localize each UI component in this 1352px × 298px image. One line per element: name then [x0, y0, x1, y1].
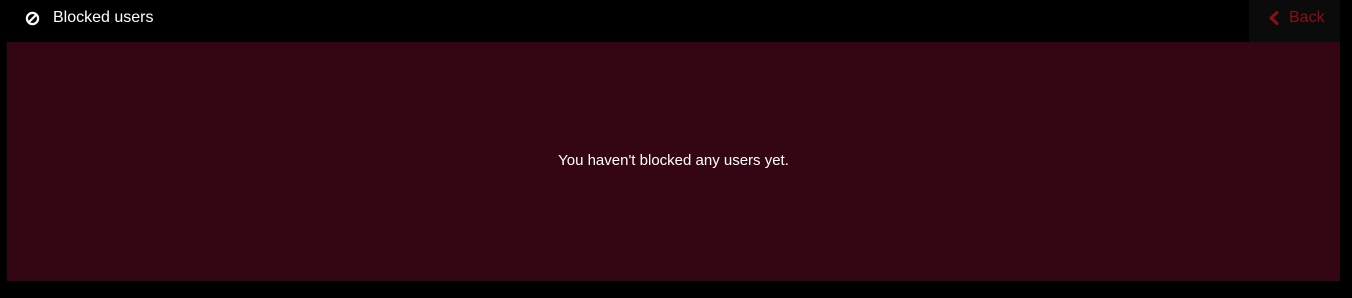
back-label: Back [1289, 9, 1325, 26]
back-button[interactable]: Back [1249, 0, 1340, 42]
block-icon [25, 11, 40, 26]
header-bar: Blocked users Back [0, 0, 1352, 42]
page-title-group: Blocked users [25, 0, 154, 36]
chevron-left-icon [1268, 11, 1280, 25]
empty-state-message: You haven't blocked any users yet. [558, 152, 789, 169]
blocked-users-panel: You haven't blocked any users yet. [7, 42, 1340, 281]
page-title: Blocked users [53, 9, 154, 26]
